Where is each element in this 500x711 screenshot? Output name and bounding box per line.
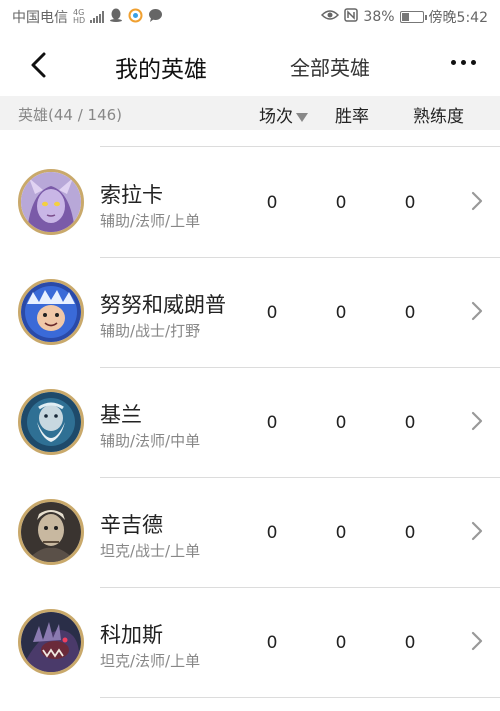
singed-avatar: [18, 499, 84, 565]
zilean-portrait-icon: [21, 392, 81, 452]
nfc-icon: [344, 8, 359, 26]
chogath-avatar: [18, 609, 84, 675]
more-options-button[interactable]: [451, 60, 476, 65]
sort-desc-icon: [296, 112, 308, 122]
hero-mastery: 0: [404, 303, 416, 323]
nunu-avatar: [18, 279, 84, 345]
hero-count-label: 英雄(44 / 146): [18, 106, 123, 124]
eye-comfort-icon: [321, 9, 340, 25]
singed-portrait-icon: [21, 502, 81, 562]
hero-row[interactable]: 辛吉德 坦克/战士/上单 0 0 0: [0, 478, 500, 588]
hero-name: 辛吉德: [100, 513, 163, 537]
row-divider: [100, 697, 500, 698]
nunu-portrait-icon: [21, 282, 81, 342]
hero-win-rate: 0: [335, 303, 347, 323]
hero-win-rate: 0: [335, 633, 347, 653]
chevron-right-icon: [471, 631, 483, 651]
tab-my-heroes[interactable]: 我的英雄: [115, 50, 207, 84]
hero-win-rate: 0: [335, 523, 347, 543]
hero-games: 0: [266, 523, 278, 543]
hero-row[interactable]: 努努和威朗普 辅助/战士/打野 0 0 0: [0, 258, 500, 368]
chogath-portrait-icon: [21, 612, 81, 672]
hero-roles: 辅助/战士/打野: [100, 322, 201, 340]
network-type-icon: 4G HD: [73, 8, 86, 25]
sort-by-mastery[interactable]: 熟练度: [413, 102, 464, 127]
clock: 傍晚5:42: [428, 10, 488, 26]
hero-roles: 坦克/战士/上单: [100, 542, 201, 560]
chevron-right-icon: [471, 301, 483, 321]
hero-name: 索拉卡: [100, 183, 163, 207]
soraka-avatar: [18, 169, 84, 235]
app-notification-icon: [128, 8, 143, 27]
chevron-right-icon: [471, 521, 483, 541]
status-bar: 中国电信 4G HD 38% 傍晚5:42: [0, 0, 500, 34]
hero-games: 0: [266, 633, 278, 653]
sort-by-win-rate[interactable]: 胜率: [335, 102, 369, 127]
hero-name: 科加斯: [100, 623, 163, 647]
hero-win-rate: 0: [335, 193, 347, 213]
hero-mastery: 0: [404, 413, 416, 433]
carrier-name: 中国电信: [12, 10, 68, 26]
back-button[interactable]: [24, 50, 54, 80]
zilean-avatar: [18, 389, 84, 455]
hero-mastery: 0: [404, 193, 416, 213]
chevron-left-icon: [31, 52, 46, 78]
battery-percent: 38%: [363, 9, 395, 25]
status-left: 中国电信 4G HD: [12, 7, 163, 27]
hero-roles: 辅助/法师/中单: [100, 432, 201, 450]
hero-games: 0: [266, 193, 278, 213]
games-column-label: 场次: [259, 107, 293, 127]
list-top-divider: [100, 146, 500, 147]
hero-games: 0: [266, 413, 278, 433]
hero-roles: 坦克/法师/上单: [100, 652, 201, 670]
qq-icon: [109, 8, 123, 26]
hero-list: 索拉卡 辅助/法师/上单 0 0 0 努努和威朗普 辅助/战士/打野 0 0 0: [0, 148, 500, 698]
sort-by-games[interactable]: 场次: [259, 102, 308, 127]
hero-row[interactable]: 索拉卡 辅助/法师/上单 0 0 0: [0, 148, 500, 258]
app-header: 我的英雄 全部英雄: [0, 34, 500, 96]
battery-icon: [399, 11, 427, 23]
chevron-right-icon: [471, 191, 483, 211]
hero-row[interactable]: 基兰 辅助/法师/中单 0 0 0: [0, 368, 500, 478]
hero-name: 努努和威朗普: [100, 293, 226, 317]
hero-mastery: 0: [404, 523, 416, 543]
hero-name: 基兰: [100, 403, 142, 427]
soraka-portrait-icon: [21, 172, 81, 232]
status-right: 38% 傍晚5:42: [321, 7, 488, 27]
chevron-right-icon: [471, 411, 483, 431]
hero-games: 0: [266, 303, 278, 323]
column-header-bar: 英雄(44 / 146) 场次 胜率 熟练度: [0, 96, 500, 130]
more-dots-icon: [451, 60, 456, 65]
hero-roles: 辅助/法师/上单: [100, 212, 201, 230]
hero-win-rate: 0: [335, 413, 347, 433]
hero-row[interactable]: 科加斯 坦克/法师/上单 0 0 0: [0, 588, 500, 698]
hero-mastery: 0: [404, 633, 416, 653]
tab-all-heroes[interactable]: 全部英雄: [290, 52, 370, 81]
signal-icon: [90, 11, 105, 23]
message-icon: [148, 8, 163, 27]
